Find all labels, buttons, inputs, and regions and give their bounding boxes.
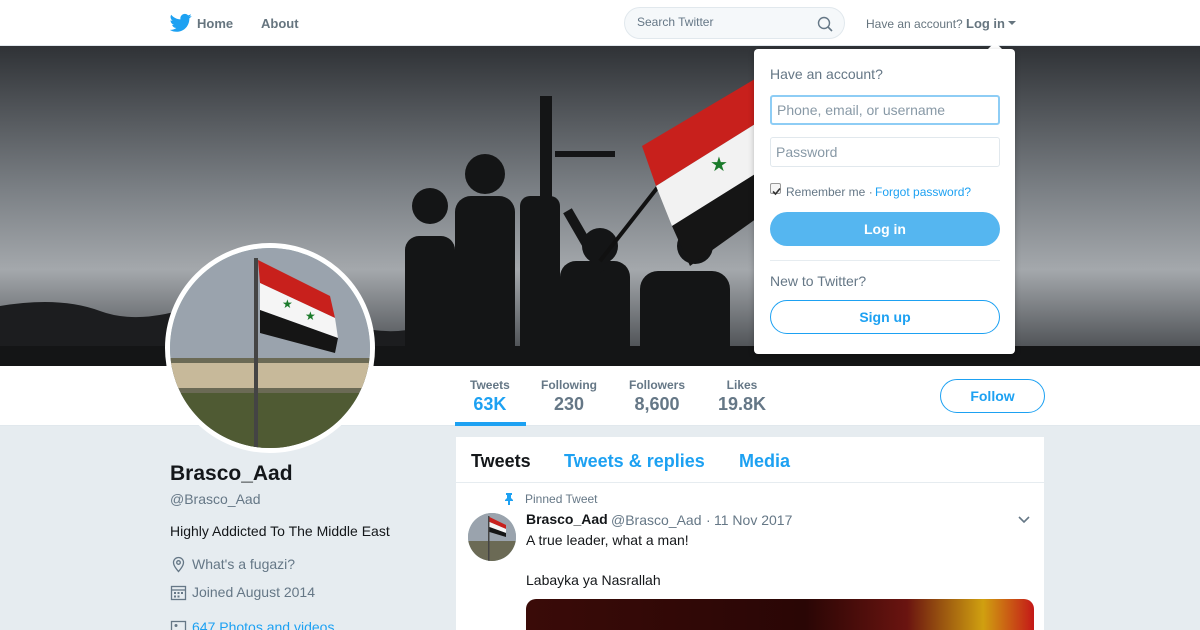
svg-text:★: ★ (282, 297, 293, 311)
follow-button[interactable]: Follow (940, 379, 1045, 413)
login-dropdown-toggle[interactable]: Log in (966, 16, 1005, 31)
stat-label: Tweets (470, 378, 510, 392)
tweet-date[interactable]: 11 Nov 2017 (714, 512, 792, 528)
new-to-twitter-text: New to Twitter? (770, 273, 867, 289)
timeline: Tweets Tweets & replies Media Pinned Twe… (456, 437, 1044, 630)
tab-tweets-replies[interactable]: Tweets & replies (564, 451, 705, 472)
stat-value: 63K (473, 394, 507, 414)
active-stat-underline (455, 422, 526, 426)
tweet-avatar[interactable] (468, 513, 516, 561)
remember-me-label[interactable]: Remember me · (786, 185, 873, 199)
signup-button[interactable]: Sign up (770, 300, 1000, 334)
svg-text:★: ★ (710, 152, 728, 176)
svg-text:★: ★ (305, 309, 316, 323)
profile-handle[interactable]: @Brasco_Aad (170, 491, 260, 507)
profile-avatar[interactable]: ★ ★ (165, 243, 375, 453)
search-box (624, 7, 845, 39)
location-text: What's a fugazi? (192, 556, 296, 572)
stat-label: Likes (726, 378, 758, 392)
nav-home-link[interactable]: Home (197, 16, 233, 31)
nav-about-link[interactable]: About (261, 16, 299, 31)
location-pin-icon (172, 556, 185, 573)
tweet-media-image[interactable] (526, 599, 1034, 630)
tab-tweets[interactable]: Tweets (471, 451, 531, 472)
search-icon[interactable] (817, 16, 833, 32)
photos-videos-link[interactable]: 647 Photos and videos (192, 619, 334, 630)
tweet-text-line: A true leader, what a man! (526, 532, 689, 548)
joined-text: Joined August 2014 (192, 584, 315, 600)
forgot-password-link[interactable]: Forgot password? (875, 185, 971, 199)
twitter-bird-icon[interactable] (170, 13, 192, 33)
top-navigation: Home About Have an account? Log in (0, 0, 1200, 46)
tab-media[interactable]: Media (739, 451, 790, 472)
login-button[interactable]: Log in (770, 212, 1000, 246)
login-dropdown: Have an account? Remember me · Forgot pa… (754, 49, 1015, 354)
stat-tweets[interactable]: Tweets 63K (470, 378, 510, 415)
pin-icon (505, 493, 513, 505)
stat-likes[interactable]: Likes 19.8K (718, 378, 766, 415)
tweet-author-name[interactable]: Brasco_Aad (526, 511, 608, 527)
stat-following[interactable]: Following 230 (541, 378, 597, 415)
tweet-separator: · (706, 512, 711, 528)
search-input[interactable] (637, 15, 807, 29)
username-field[interactable] (770, 95, 1000, 125)
photo-icon (170, 620, 187, 630)
stat-followers[interactable]: Followers 8,600 (629, 378, 685, 415)
profile-bio: Highly Addicted To The Middle East (170, 523, 390, 539)
timeline-tabs: Tweets Tweets & replies Media (456, 437, 1044, 483)
stat-value: 19.8K (718, 394, 767, 414)
remember-me-checkbox[interactable] (770, 183, 781, 196)
stat-value: 8,600 (634, 394, 680, 414)
caret-down-icon[interactable] (1008, 21, 1016, 25)
stat-label: Following (541, 378, 597, 392)
have-account-text: Have an account? (866, 17, 963, 31)
stat-value: 230 (553, 394, 585, 414)
divider (770, 260, 1000, 261)
dropdown-title: Have an account? (770, 66, 883, 82)
tweet-text-line: Labayka ya Nasrallah (526, 572, 661, 588)
chevron-down-icon[interactable] (1017, 515, 1031, 525)
checkmark-icon (772, 187, 781, 196)
tweet-avatar-image (468, 513, 516, 561)
profile-name[interactable]: Brasco_Aad (170, 462, 293, 486)
stat-label: Followers (629, 378, 686, 392)
password-field[interactable] (770, 137, 1000, 167)
calendar-icon (170, 585, 187, 601)
tweet-author-handle[interactable]: @Brasco_Aad (611, 512, 701, 528)
pinned-tweet-label: Pinned Tweet (525, 492, 598, 506)
avatar-flag-image: ★ ★ (170, 248, 370, 448)
